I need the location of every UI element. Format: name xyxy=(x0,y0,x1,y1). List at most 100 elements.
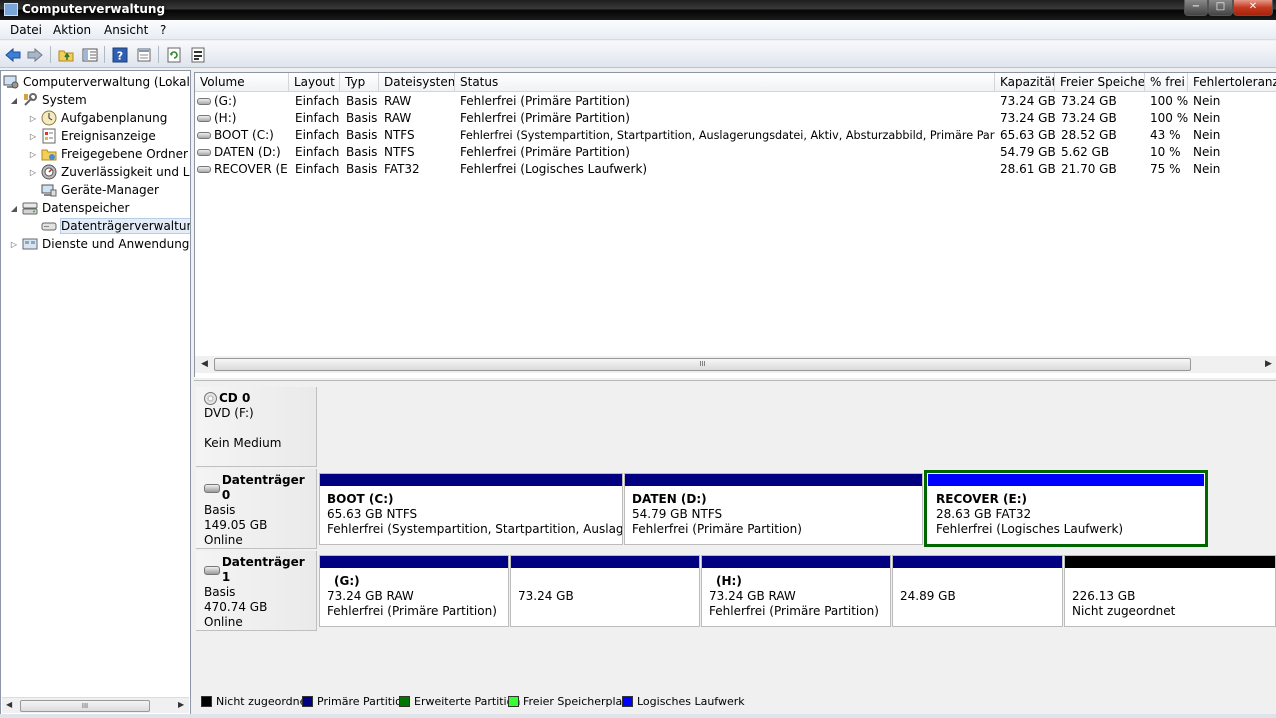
legend-swatch xyxy=(302,696,313,707)
cell-status: Fehlerfrei (Systempartition, Startpartit… xyxy=(460,129,995,142)
partition-unlabeled-1[interactable]: 73.24 GB xyxy=(510,555,700,627)
partition-unlabeled-2[interactable]: 24.89 GB xyxy=(892,555,1063,627)
col-status[interactable]: Status xyxy=(455,73,995,92)
tree-label-system: System xyxy=(42,93,87,107)
disk-label-cd0[interactable]: CD 0 DVD (F:) Kein Medium xyxy=(196,387,317,467)
legend-label: Primäre Partition xyxy=(317,695,409,708)
partition-title: BOOT (C:) xyxy=(327,492,394,506)
cell-typ: Basis xyxy=(346,145,378,159)
partition-g[interactable]: (G:) 73.24 GB RAW Fehlerfrei (Primäre Pa… xyxy=(319,555,509,627)
show-hide-tree-icon[interactable] xyxy=(80,45,100,64)
scroll-right-icon[interactable]: ▶ xyxy=(178,700,184,709)
partition-h[interactable]: (H:) 73.24 GB RAW Fehlerfrei (Primäre Pa… xyxy=(701,555,891,627)
tree-item-zuverlaessigkeit[interactable]: ▷ Zuverlässigkeit und Leis xyxy=(28,163,190,181)
collapsed-arrow-icon[interactable]: ▷ xyxy=(28,150,38,159)
menu-help[interactable]: ? xyxy=(160,23,166,37)
col-layout[interactable]: Layout xyxy=(289,73,340,92)
system-tools-icon xyxy=(22,92,38,108)
expanded-arrow-icon[interactable]: ◢ xyxy=(9,96,19,105)
refresh-icon[interactable] xyxy=(164,45,184,64)
tree-item-dienste[interactable]: ▷ Dienste und Anwendungen xyxy=(9,235,190,253)
cell-prozent-frei: 100 % xyxy=(1150,111,1188,125)
tree-item-freigegebene-ordner[interactable]: ▷ Freigegebene Ordner xyxy=(28,145,188,163)
close-button[interactable]: ✕ xyxy=(1233,0,1273,16)
primary-partition-bar xyxy=(625,474,922,486)
scroll-left-icon[interactable]: ◀ xyxy=(6,700,12,709)
col-dateisystem[interactable]: Dateisystem xyxy=(379,73,455,92)
partition-title: DATEN (D:) xyxy=(632,492,707,506)
cell-kapazitaet: 73.24 GB xyxy=(1000,94,1055,108)
scroll-thumb[interactable]: III xyxy=(214,358,1191,371)
expanded-arrow-icon[interactable]: ◢ xyxy=(9,204,19,213)
table-row[interactable]: RECOVER (E:) Einfach Basis FAT32 Fehlerf… xyxy=(195,161,1276,178)
partition-title: (G:) xyxy=(334,574,360,588)
partition-size: 54.79 GB NTFS xyxy=(632,507,723,521)
cell-freier-speicher: 21.70 GB xyxy=(1061,162,1117,176)
col-fehlertoleranz[interactable]: Fehlertoleranz xyxy=(1188,73,1276,92)
disk-label-datentraeger-1[interactable]: Datenträger 1 Basis 470.74 GB Online xyxy=(196,551,317,631)
tree-item-datentraegerverwaltung[interactable]: Datenträgerverwaltung xyxy=(41,217,190,235)
scroll-right-icon[interactable]: ▶ xyxy=(1265,359,1272,369)
volume-list: Volume Layout Typ Dateisystem Status Kap… xyxy=(194,72,1276,377)
primary-partition-bar xyxy=(320,474,622,486)
col-freier-speicher[interactable]: Freier Speicher xyxy=(1055,73,1145,92)
partition-unallocated[interactable]: 226.13 GB Nicht zugeordnet xyxy=(1064,555,1276,627)
minimize-button[interactable]: − xyxy=(1184,0,1208,16)
col-volume[interactable]: Volume xyxy=(195,73,289,92)
table-row[interactable]: BOOT (C:) Einfach Basis NTFS Fehlerfrei … xyxy=(195,127,1276,144)
tree-item-geraete-manager[interactable]: Geräte-Manager xyxy=(41,181,159,199)
partition-size: 73.24 GB RAW xyxy=(709,589,796,603)
properties-icon[interactable] xyxy=(134,45,154,64)
cell-freier-speicher: 5.62 GB xyxy=(1061,145,1110,159)
volume-icon xyxy=(197,97,211,105)
collapsed-arrow-icon[interactable]: ▷ xyxy=(28,168,38,177)
tree-item-datenspeicher[interactable]: ◢ Datenspeicher xyxy=(9,199,129,217)
cell-prozent-frei: 100 % xyxy=(1150,94,1188,108)
clock-icon xyxy=(41,110,57,126)
menu-ansicht[interactable]: Ansicht xyxy=(104,23,148,37)
help-icon[interactable]: ? xyxy=(110,45,130,64)
export-list-icon[interactable] xyxy=(188,45,208,64)
disk-type: DVD (F:) xyxy=(204,406,254,420)
maximize-button[interactable]: □ xyxy=(1208,0,1233,16)
table-row[interactable]: (H:) Einfach Basis RAW Fehlerfrei (Primä… xyxy=(195,110,1276,127)
legend-label: Nicht zugeordnet xyxy=(216,695,311,708)
tree-item-aufgabenplanung[interactable]: ▷ Aufgabenplanung xyxy=(28,109,167,127)
volume-icon xyxy=(197,165,211,173)
volume-icon xyxy=(197,131,211,139)
shared-folder-icon xyxy=(41,146,57,162)
partition-status: Fehlerfrei (Primäre Partition) xyxy=(632,522,802,536)
cell-volume: (H:) xyxy=(214,111,237,125)
table-row[interactable]: (G:) Einfach Basis RAW Fehlerfrei (Primä… xyxy=(195,93,1276,110)
menu-aktion[interactable]: Aktion xyxy=(53,23,91,37)
tree-item-root[interactable]: Computerverwaltung (Lokal) xyxy=(3,73,190,91)
col-prozent-frei[interactable]: % frei xyxy=(1145,73,1188,92)
collapsed-arrow-icon[interactable]: ▷ xyxy=(28,132,38,141)
menu-datei[interactable]: Datei xyxy=(10,23,42,37)
list-horizontal-scrollbar[interactable]: ◀ III ▶ xyxy=(195,356,1276,373)
partition-recover-e[interactable]: RECOVER (E:) 28.63 GB FAT32 Fehlerfrei (… xyxy=(924,470,1208,547)
disk-label-datentraeger-0[interactable]: Datenträger 0 Basis 149.05 GB Online xyxy=(196,469,317,549)
back-arrow-icon[interactable] xyxy=(3,45,23,64)
partition-daten-d[interactable]: DATEN (D:) 54.79 GB NTFS Fehlerfrei (Pri… xyxy=(624,473,923,545)
scroll-left-icon[interactable]: ◀ xyxy=(201,359,208,369)
cell-status: Fehlerfrei (Logisches Laufwerk) xyxy=(460,162,648,176)
col-kapazitaet[interactable]: Kapazität xyxy=(995,73,1055,92)
disk-name: CD 0 xyxy=(219,391,251,405)
disk-management-icon xyxy=(41,218,57,234)
partition-title: (H:) xyxy=(716,574,742,588)
table-row[interactable]: DATEN (D:) Einfach Basis NTFS Fehlerfrei… xyxy=(195,144,1276,161)
partition-title: RECOVER (E:) xyxy=(936,492,1027,506)
partition-boot-c[interactable]: BOOT (C:) 65.63 GB NTFS Fehlerfrei (Syst… xyxy=(319,473,623,545)
collapsed-arrow-icon[interactable]: ▷ xyxy=(9,240,19,249)
hard-disk-icon xyxy=(204,565,220,575)
up-folder-icon[interactable] xyxy=(56,45,76,64)
tree-horizontal-scrollbar[interactable]: ◀ III ▶ xyxy=(2,697,189,713)
tree-item-system[interactable]: ◢ System xyxy=(9,91,87,109)
legend-label: Logisches Laufwerk xyxy=(637,695,745,708)
collapsed-arrow-icon[interactable]: ▷ xyxy=(28,114,38,123)
forward-arrow-icon[interactable] xyxy=(25,45,45,64)
col-typ[interactable]: Typ xyxy=(340,73,379,92)
scroll-thumb[interactable]: III xyxy=(20,700,150,712)
tree-item-ereignisanzeige[interactable]: ▷ Ereignisanzeige xyxy=(28,127,156,145)
